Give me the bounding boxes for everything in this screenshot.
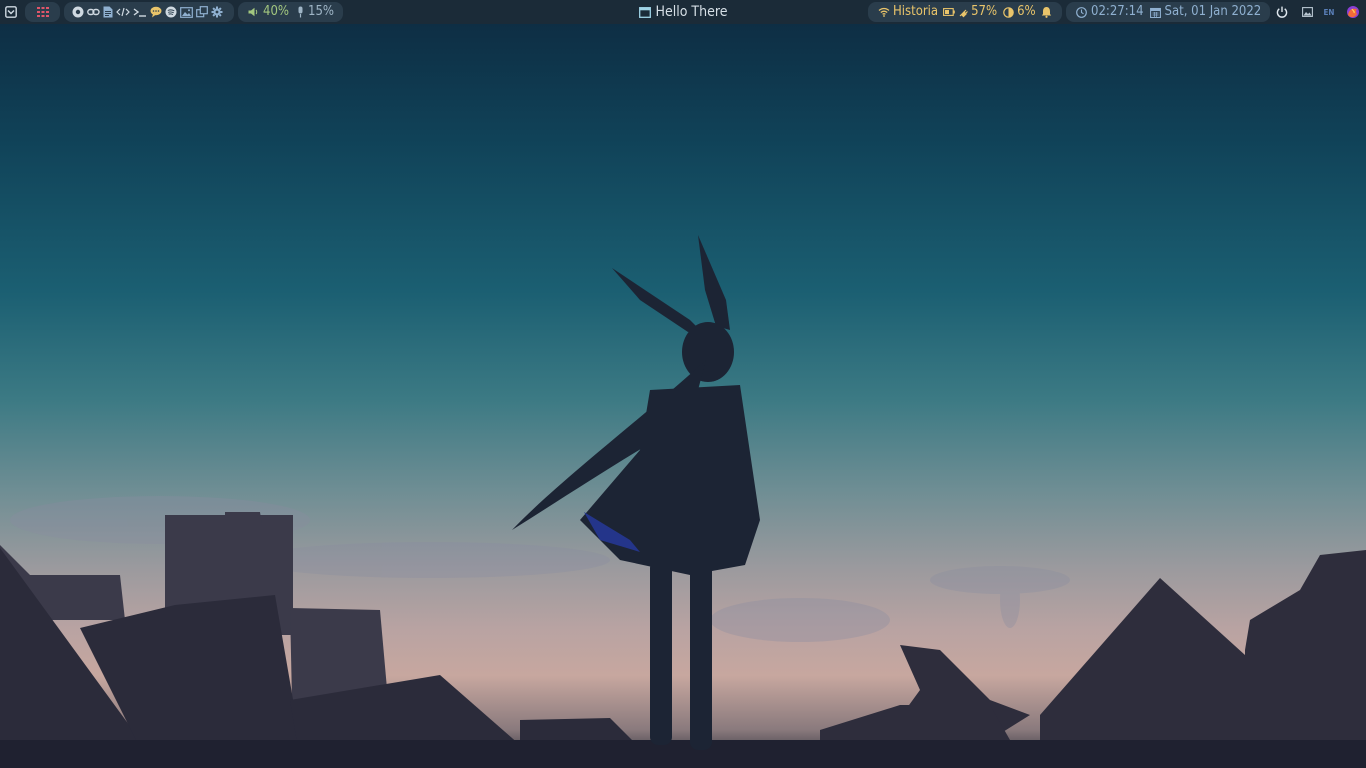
link-icon[interactable] [87,6,100,18]
power-icon [1276,6,1288,18]
status-group: Historia 57% 6% [868,2,1062,22]
launcher-group [64,2,234,22]
battery-value[interactable]: 57% [971,2,997,22]
volume-value[interactable]: 40% [263,2,289,22]
image-icon [1301,7,1313,17]
ruins-right [820,550,1366,750]
menu-button[interactable] [0,2,22,22]
wallpaper-button[interactable] [1298,2,1316,22]
dropdown-box-icon [5,6,17,18]
brightness-icon[interactable] [1003,6,1014,18]
wifi-network-name[interactable]: Historia [893,2,938,22]
audio-group: 40% 15% [238,2,343,22]
microphone-value[interactable]: 15% [308,2,334,22]
window-title-text: Hello There [655,4,728,20]
microphone-icon[interactable] [297,6,304,18]
clock-time[interactable]: 02:27:14 [1091,2,1144,22]
ground [0,740,1366,768]
terminal-icon[interactable] [133,6,147,18]
code-icon[interactable] [116,6,130,18]
volume-icon[interactable] [248,7,259,17]
window-icon [638,6,651,18]
calendar-date[interactable]: Sat, 01 Jan 2022 [1165,2,1262,22]
keyboard-layout-indicator[interactable]: EN [1320,2,1338,22]
document-icon[interactable] [103,6,113,18]
brightness-value[interactable]: 6% [1017,2,1036,22]
desktop-wallpaper [0,0,1366,768]
charging-plug-icon [958,7,969,18]
bell-icon[interactable] [1041,6,1052,18]
power-button[interactable] [1272,2,1292,22]
grid-icon [36,7,49,17]
calendar-icon [1149,7,1161,18]
windows-icon[interactable] [196,6,208,18]
wallpaper-art [0,235,1366,768]
apps-button[interactable] [25,2,60,22]
chrome-icon[interactable] [72,6,84,18]
spotify-icon[interactable] [165,6,177,18]
image-icon[interactable] [180,6,193,18]
chat-icon[interactable] [150,6,162,18]
firefox-icon [1346,5,1360,19]
keyboard-layout-label: EN [1323,7,1335,17]
battery-icon[interactable] [943,8,955,16]
tray-app-button[interactable] [1342,2,1364,22]
clock-icon [1076,6,1087,18]
settings-icon[interactable] [211,6,223,18]
clock-group: 02:27:14 Sat, 01 Jan 2022 [1066,2,1270,22]
wifi-icon[interactable] [878,7,890,17]
girl-silhouette [512,235,760,750]
top-bar: 40% 15% Hello There Historia 57% 6% 02:2… [0,0,1366,24]
